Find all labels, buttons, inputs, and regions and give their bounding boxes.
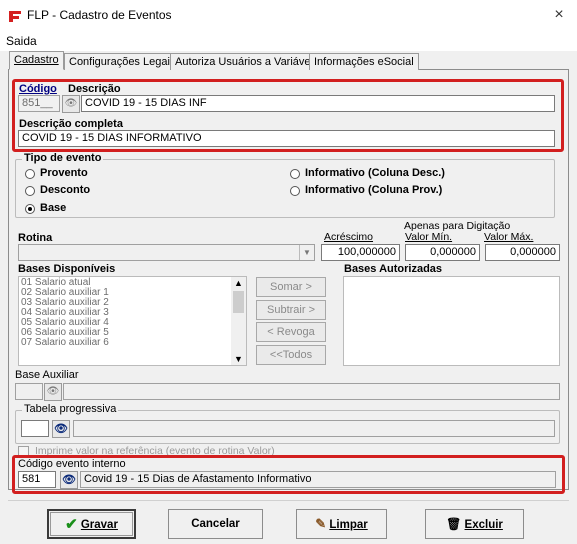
gravar-label: Gravar xyxy=(80,519,118,532)
tipo-evento-group xyxy=(15,159,555,218)
check-icon: ✔ xyxy=(65,516,78,533)
rotina-select[interactable] xyxy=(18,244,315,261)
flp-logo-icon xyxy=(7,8,23,24)
codigo-evento-interno-label: Código evento interno xyxy=(18,458,126,470)
limpar-button[interactable]: ✎ Limpar xyxy=(296,509,387,539)
bases-disponiveis-label: Bases Disponíveis xyxy=(18,263,116,275)
tab-configuracoes-label: Configurações Legais xyxy=(69,56,176,68)
radio-informativo-prov[interactable] xyxy=(290,186,300,196)
codigo-input[interactable]: 851__ xyxy=(18,95,60,112)
tabela-progressiva-description xyxy=(73,420,555,437)
valor-max-input[interactable]: 0,000000 xyxy=(485,244,560,261)
limpar-label: Limpar xyxy=(329,519,368,531)
bases-autorizadas-list[interactable] xyxy=(343,276,560,366)
excluir-button[interactable]: 🗑 Excluir xyxy=(425,509,524,539)
descricao-label: Descrição xyxy=(68,83,121,95)
rotina-dropdown-icon[interactable]: ▼ xyxy=(299,245,314,260)
todos-button[interactable]: <<Todos xyxy=(256,345,326,365)
cancelar-label: Cancelar xyxy=(191,518,240,530)
list-scrollbar[interactable]: ▲ ▼ xyxy=(231,277,246,365)
desconto-label: Desconto xyxy=(40,184,91,196)
provento-label: Provento xyxy=(40,167,88,179)
descricao-completa-input[interactable]: COVID 19 - 15 DIAS INFORMATIVO xyxy=(18,130,555,147)
menu-bar xyxy=(0,31,577,51)
radio-desconto[interactable] xyxy=(25,186,35,196)
tab-autoriza-label: Autoriza Usuários a Variáveis xyxy=(175,56,319,68)
informativo-prov-label: Informativo (Coluna Prov.) xyxy=(305,184,443,196)
scroll-up-icon[interactable]: ▲ xyxy=(231,277,246,289)
tab-esocial-label: Informações eSocial xyxy=(314,56,414,68)
valor-min-label: Valor Mín. xyxy=(405,231,453,243)
base-auxiliar-search-icon[interactable]: 👁 xyxy=(44,383,62,401)
window-title: FLP - Cadastro de Eventos xyxy=(27,8,172,22)
radio-informativo-desc[interactable] xyxy=(290,169,300,179)
descricao-input[interactable]: COVID 19 - 15 DIAS INF xyxy=(81,95,555,112)
list-item[interactable]: 07 Salario auxiliar 6 xyxy=(21,338,109,348)
valor-min-input[interactable]: 0,000000 xyxy=(405,244,480,261)
tab-configuracoes-legais[interactable]: Configurações Legais xyxy=(64,53,181,70)
bases-disponiveis-list[interactable]: 01 Salario atual 02 Salario auxiliar 1 0… xyxy=(18,276,247,366)
base-auxiliar-description xyxy=(63,383,560,400)
trash-icon: 🗑 xyxy=(446,517,462,531)
subtrair-button[interactable]: Subtrair > xyxy=(256,300,326,320)
tabela-progressiva-input[interactable] xyxy=(21,420,49,437)
broom-icon: ✎ xyxy=(315,516,327,531)
tabela-progressiva-label: Tabela progressiva xyxy=(22,403,119,415)
scroll-thumb[interactable] xyxy=(233,291,244,313)
base-auxiliar-input[interactable] xyxy=(15,383,43,400)
base-auxiliar-label: Base Auxiliar xyxy=(15,369,79,381)
acrescimo-label: Acréscimo xyxy=(324,231,374,243)
codigo-search-icon[interactable]: 👁 xyxy=(62,95,80,113)
tipo-evento-label: Tipo de evento xyxy=(22,152,104,164)
gravar-button[interactable]: ✔ Gravar xyxy=(47,509,136,539)
acrescimo-input[interactable]: 100,000000 xyxy=(321,244,400,261)
codigo-evento-interno-input[interactable]: 581 xyxy=(18,471,56,488)
radio-base[interactable] xyxy=(25,204,35,214)
codigo-interno-search-icon[interactable]: 👁 xyxy=(60,471,78,489)
base-label: Base xyxy=(40,202,67,214)
close-button[interactable]: × xyxy=(548,4,570,26)
cancelar-button[interactable]: Cancelar xyxy=(168,509,263,539)
tab-informacoes-esocial[interactable]: Informações eSocial xyxy=(309,53,419,70)
bases-autorizadas-label: Bases Autorizadas xyxy=(344,263,443,275)
revoga-button[interactable]: < Revoga xyxy=(256,322,326,342)
informativo-desc-label: Informativo (Coluna Desc.) xyxy=(305,167,445,179)
footer-divider xyxy=(8,500,569,501)
somar-button[interactable]: Somar > xyxy=(256,277,326,297)
excluir-label: Excluir xyxy=(464,519,503,531)
tab-autoriza-usuarios[interactable]: Autoriza Usuários a Variáveis xyxy=(170,53,324,70)
codigo-label: Código xyxy=(19,83,57,95)
descricao-completa-label: Descrição completa xyxy=(19,118,123,130)
radio-provento[interactable] xyxy=(25,169,35,179)
scroll-down-icon[interactable]: ▼ xyxy=(231,353,246,365)
tabela-progressiva-search-icon[interactable]: 👁 xyxy=(52,420,70,438)
rotina-label: Rotina xyxy=(18,232,53,244)
valor-max-label: Valor Máx. xyxy=(484,231,534,243)
tab-cadastro-label: Cadastro xyxy=(14,54,59,66)
tab-cadastro[interactable]: Cadastro xyxy=(9,51,64,70)
codigo-evento-interno-description: Covid 19 - 15 Dias de Afastamento Inform… xyxy=(80,471,556,488)
menu-saida[interactable]: Saida xyxy=(6,34,37,48)
